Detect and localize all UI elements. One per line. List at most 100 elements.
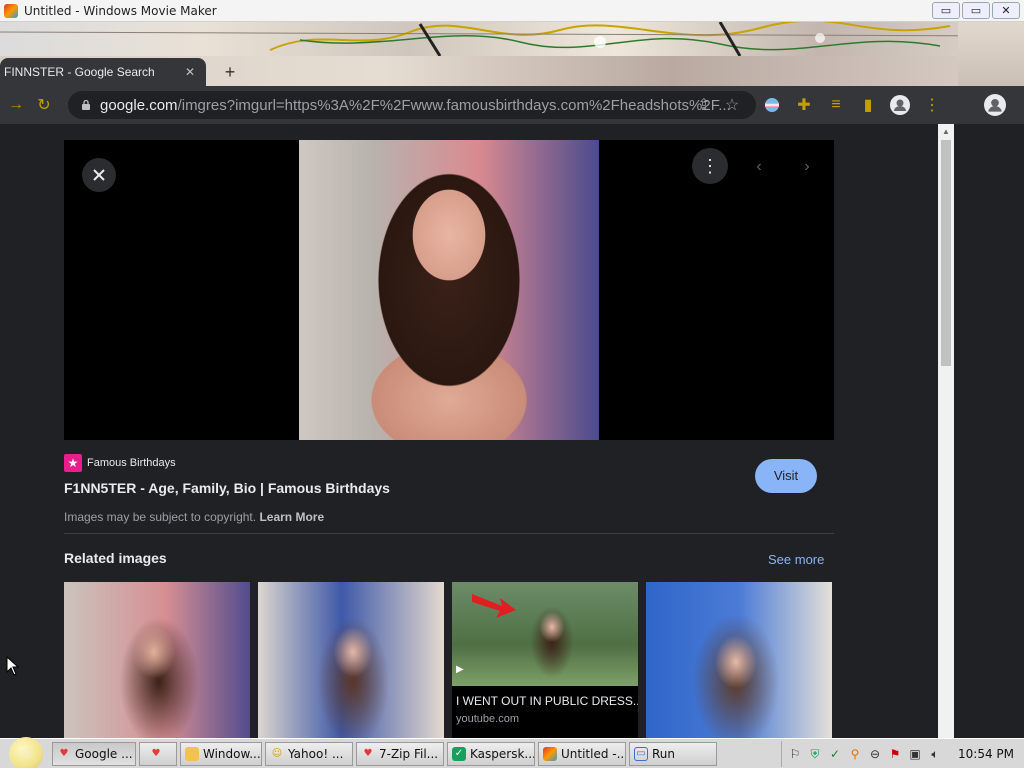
profile-avatar-icon[interactable]: [886, 91, 914, 119]
security-check-icon[interactable]: ✓: [828, 747, 842, 761]
heart-icon: ♥: [363, 748, 373, 759]
smiley-start-icon: ☺: [9, 736, 43, 768]
taskbar-item-label: Run: [652, 746, 676, 761]
clock[interactable]: 10:54 PM: [958, 747, 1014, 761]
image-viewer-page: ⋮ ‹ › ★ Famous Birthdays F1NN5TER - Age,…: [0, 124, 938, 738]
run-icon: ▭: [634, 746, 648, 761]
tab-close-icon[interactable]: ✕: [182, 64, 198, 80]
source-name: Famous Birthdays: [87, 457, 176, 469]
copyright-text: Images may be subject to copyright.: [64, 510, 257, 524]
taskbar-item-run[interactable]: ▭ Run: [629, 741, 717, 766]
visit-button[interactable]: Visit: [755, 459, 817, 493]
mouse-cursor-icon: [6, 656, 20, 676]
tab-strip: FINNSTER - Google Search ✕ +: [0, 56, 958, 86]
movie-maker-icon: [4, 3, 18, 18]
close-window-button[interactable]: ✕: [992, 2, 1020, 19]
flag-alert-icon[interactable]: ⚑: [888, 747, 902, 761]
lock-icon: [82, 99, 90, 110]
page-scrollbar[interactable]: ▲: [938, 124, 954, 738]
background-window-strip: [958, 22, 1024, 742]
tab-google-search[interactable]: FINNSTER - Google Search ✕: [0, 58, 206, 86]
movie-maker-title-bar: Untitled - Windows Movie Maker ▭ ▭ ✕: [0, 0, 1024, 22]
taskbar-item-movie-maker[interactable]: Untitled -...: [538, 741, 626, 766]
play-icon: ▶: [456, 664, 464, 675]
result-page-title[interactable]: F1NN5TER - Age, Family, Bio | Famous Bir…: [64, 480, 390, 496]
window-controls: ▭ ▭ ✕: [932, 2, 1020, 19]
search-icon[interactable]: ⚲: [848, 747, 862, 761]
taskbar-item-label: 7-Zip Fil...: [379, 746, 439, 761]
minimize-icon: ▭: [940, 4, 952, 17]
kaspersky-shield-icon[interactable]: ⛨: [808, 747, 822, 761]
graffiti-art: [0, 22, 1024, 56]
heart-icon: ♥: [151, 748, 161, 759]
taskbar-item-google[interactable]: ♥ Google ...: [52, 741, 136, 766]
extensions-puzzle-icon[interactable]: ✚: [790, 91, 818, 119]
url-path: /imgres?imgurl=https%3A%2F%2Fwww.famousb…: [177, 96, 731, 114]
tab-title: FINNSTER - Google Search: [4, 65, 155, 79]
volume-icon[interactable]: 🔈︎: [928, 747, 942, 761]
taskbar-item-windows[interactable]: Window...: [180, 741, 262, 766]
related-video-thumbnail[interactable]: ▶ I WENT OUT IN PUBLIC DRESS... youtube.…: [452, 582, 638, 738]
share-icon[interactable]: ⇪: [690, 91, 718, 119]
heart-icon: ♥: [59, 748, 69, 759]
smiley-icon: ☺: [271, 748, 283, 759]
previous-image-button[interactable]: ‹: [744, 152, 774, 182]
related-image-thumbnail[interactable]: [64, 582, 250, 738]
star-favicon-icon: ★: [64, 454, 82, 472]
taskbar-item-7zip[interactable]: ♥ 7-Zip Fil...: [356, 741, 444, 766]
forward-icon[interactable]: →: [2, 91, 30, 119]
monitor-icon[interactable]: ▣: [908, 747, 922, 761]
related-image-thumbnail[interactable]: [258, 582, 444, 738]
preview-image[interactable]: [299, 140, 599, 440]
folder-icon: [185, 746, 199, 761]
reload-icon[interactable]: ↻: [30, 91, 58, 119]
shield-icon: ✓: [452, 746, 466, 761]
red-arrow-icon: [472, 594, 516, 618]
video-caption: I WENT OUT IN PUBLIC DRESS...: [456, 694, 638, 708]
media-control-icon[interactable]: ≡: [822, 91, 850, 119]
close-icon: [93, 169, 105, 181]
status-icon[interactable]: ⊖: [868, 747, 882, 761]
bookmark-star-icon[interactable]: ☆: [718, 91, 746, 119]
image-source-row[interactable]: ★ Famous Birthdays: [64, 454, 176, 472]
close-icon: ✕: [1001, 4, 1011, 17]
background-window-toolbar: [958, 86, 1024, 124]
taskbar-item-label: Google ...: [75, 746, 133, 761]
browser-toolbar: → ↻ google.com/imgres?imgurl=https%3A%2F…: [0, 86, 958, 124]
start-button[interactable]: ☺: [0, 736, 52, 768]
extension-flag-icon[interactable]: [758, 91, 786, 119]
movie-maker-icon: [543, 746, 557, 761]
new-tab-button[interactable]: +: [220, 62, 240, 82]
address-bar[interactable]: google.com/imgres?imgurl=https%3A%2F%2Fw…: [68, 91, 756, 119]
next-image-button[interactable]: ›: [792, 152, 822, 182]
windows-taskbar: ☺ ♥ Google ... ♥ Window... ☺ Yahoo! ... ♥ 7…: [0, 736, 1024, 768]
minimize-button[interactable]: ▭: [932, 2, 960, 19]
menu-kebab-icon[interactable]: ⋮: [918, 91, 946, 119]
scrollbar-thumb[interactable]: [941, 140, 951, 366]
see-more-link[interactable]: See more: [768, 552, 824, 567]
window-title: Untitled - Windows Movie Maker: [24, 3, 217, 18]
close-preview-button[interactable]: [82, 158, 116, 192]
video-source: youtube.com: [456, 713, 519, 725]
restore-icon: ▭: [970, 4, 982, 17]
side-panel-icon[interactable]: ▮: [854, 91, 882, 119]
graffiti-background: [0, 22, 1024, 56]
system-tray: ⚐ ⛨ ✓ ⚲ ⊖ ⚑ ▣ 🔈︎ 10:54 PM: [781, 741, 1024, 767]
profile-avatar-icon[interactable]: [984, 94, 1006, 116]
related-image-thumbnail[interactable]: [646, 582, 832, 738]
taskbar-item-yahoo[interactable]: ☺ Yahoo! ...: [265, 741, 353, 766]
restore-button[interactable]: ▭: [962, 2, 990, 19]
network-icon[interactable]: ⚐: [788, 747, 802, 761]
taskbar-item-label: Yahoo! ...: [288, 746, 344, 761]
more-options-button[interactable]: ⋮: [692, 148, 728, 184]
taskbar-item-browser[interactable]: ♥: [139, 741, 177, 766]
related-images-heading: Related images: [64, 550, 167, 566]
learn-more-link[interactable]: Learn More: [259, 510, 324, 524]
url-domain: google.com: [100, 96, 178, 114]
taskbar-item-label: Untitled -...: [561, 746, 626, 761]
divider: [64, 533, 834, 534]
image-preview-panel: ⋮ ‹ ›: [64, 140, 834, 440]
scroll-up-arrow-icon[interactable]: ▲: [941, 127, 951, 137]
taskbar-item-kaspersky[interactable]: ✓ Kaspersk...: [447, 741, 535, 766]
copyright-notice: Images may be subject to copyright. Lear…: [64, 510, 324, 524]
